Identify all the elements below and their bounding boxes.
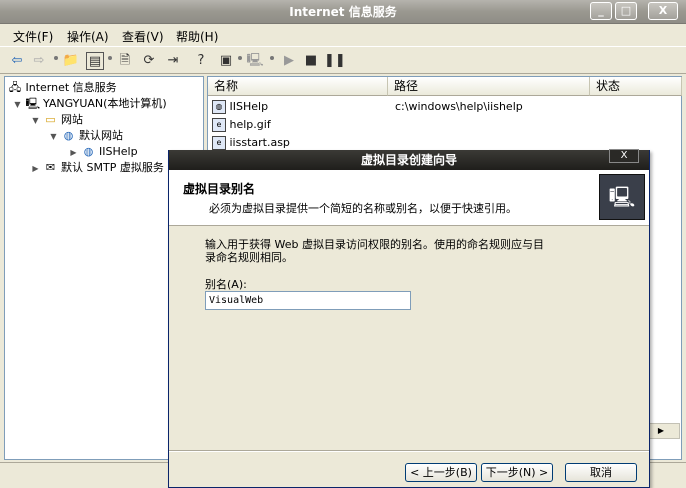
list-item[interactable]: e iisstart.asp bbox=[212, 134, 290, 151]
column-header-name[interactable]: 名称 bbox=[208, 77, 388, 96]
file-icon: e bbox=[212, 118, 226, 132]
globe-icon: ◍ bbox=[63, 129, 74, 142]
toolbar-separator bbox=[108, 56, 112, 60]
toolbar-separator bbox=[270, 56, 274, 60]
wizard-dialog: 虚拟目录创建向导 X 虚拟目录别名 必须为虚拟目录提供一个简短的名称或别名，以便… bbox=[168, 149, 650, 488]
wizard-subheading: 必须为虚拟目录提供一个简短的名称或别名，以便于快速引用。 bbox=[209, 202, 517, 215]
folder-icon: ▭ bbox=[45, 113, 56, 126]
export-icon[interactable]: ⇥ bbox=[164, 52, 182, 70]
column-header-status[interactable]: 状态 bbox=[590, 77, 682, 96]
tree-item-computer[interactable]: ▼ 🖳 YANGYUAN(本地计算机) bbox=[13, 96, 166, 112]
back-button[interactable]: < 上一步(B) bbox=[405, 463, 477, 482]
show-tree-icon[interactable]: ▤ bbox=[86, 52, 104, 70]
alias-label: 别名(A): bbox=[205, 278, 247, 291]
play-icon[interactable]: ▶ bbox=[280, 52, 298, 70]
toolbar-separator bbox=[238, 56, 242, 60]
back-arrow-icon[interactable]: ⇦ bbox=[8, 52, 26, 70]
wizard-description: 输入用于获得 Web 虚拟目录访问权限的别名。使用的命名规则应与目录命名规则相同… bbox=[205, 238, 544, 264]
tree-item-default-site[interactable]: ▼ ◍ 默认网站 bbox=[49, 128, 123, 144]
collapse-icon[interactable]: ▼ bbox=[13, 100, 22, 109]
wizard-close-button[interactable]: X bbox=[609, 149, 639, 163]
tree-item-iishelp[interactable]: ▶ ◍ IISHelp bbox=[69, 144, 137, 160]
maximize-button[interactable]: □ bbox=[615, 2, 637, 20]
close-button[interactable]: X bbox=[648, 2, 678, 20]
list-item-path: c:\windows\help\iishelp bbox=[395, 100, 523, 113]
menu-action[interactable]: 操作(A) bbox=[67, 28, 109, 45]
wizard-separator bbox=[169, 450, 649, 452]
tree-item-smtp[interactable]: ▶ ✉ 默认 SMTP 虚拟服务 bbox=[31, 160, 163, 176]
computer-icon[interactable]: 🖳 bbox=[246, 52, 264, 70]
cancel-button[interactable]: 取消 bbox=[565, 463, 637, 482]
wizard-title: 虚拟目录创建向导 bbox=[169, 150, 649, 170]
window-title: Internet 信息服务 bbox=[289, 5, 397, 19]
alias-input[interactable] bbox=[205, 291, 411, 310]
next-button[interactable]: 下一步(N) > bbox=[481, 463, 553, 482]
console-icon[interactable]: ▣ bbox=[217, 52, 235, 70]
list-item[interactable]: e help.gif bbox=[212, 116, 271, 133]
collapse-icon[interactable]: ▼ bbox=[31, 116, 40, 125]
web-folder-icon: ◍ bbox=[83, 145, 94, 158]
mail-server-icon: ✉ bbox=[45, 161, 56, 174]
wizard-heading: 虚拟目录别名 bbox=[183, 182, 256, 196]
menu-help[interactable]: 帮助(H) bbox=[176, 28, 218, 45]
wizard-logo-icon: 🖳 bbox=[599, 174, 645, 220]
help-icon[interactable]: ? bbox=[192, 52, 210, 70]
wizard-header: 虚拟目录别名 必须为虚拟目录提供一个简短的名称或别名，以便于快速引用。 🖳 bbox=[169, 170, 649, 226]
menu-bar: 文件(F) 操作(A) 查看(V) 帮助(H) bbox=[0, 24, 686, 46]
refresh-icon[interactable]: ⟳ bbox=[140, 52, 158, 70]
expand-icon[interactable]: ▶ bbox=[69, 148, 78, 157]
stop-icon[interactable]: ■ bbox=[302, 52, 320, 70]
tree-item-root[interactable]: 🖧 Internet 信息服务 bbox=[8, 80, 117, 96]
list-item[interactable]: ◍ IISHelp bbox=[212, 98, 268, 115]
menu-file[interactable]: 文件(F) bbox=[13, 28, 53, 45]
window-titlebar: Internet 信息服务 bbox=[0, 0, 686, 24]
tree-item-websites[interactable]: ▼ ▭ 网站 bbox=[31, 112, 83, 128]
collapse-icon[interactable]: ▼ bbox=[49, 132, 58, 141]
menu-view[interactable]: 查看(V) bbox=[122, 28, 164, 45]
minimize-button[interactable]: _ bbox=[590, 2, 612, 20]
toolbar: ⇦ ⇨ 📁 ▤ 🗎 ⟳ ⇥ ? ▣ 🖳 ▶ ■ ❚❚ bbox=[0, 46, 686, 74]
expand-icon[interactable]: ▶ bbox=[31, 164, 40, 173]
column-header-path[interactable]: 路径 bbox=[388, 77, 590, 96]
toolbar-separator bbox=[54, 56, 58, 60]
web-folder-icon: ◍ bbox=[212, 100, 226, 114]
computer-icon: 🖳 bbox=[25, 97, 41, 110]
pause-icon[interactable]: ❚❚ bbox=[324, 52, 346, 70]
up-folder-icon[interactable]: 📁 bbox=[62, 52, 80, 70]
properties-icon[interactable]: 🗎 bbox=[116, 52, 134, 70]
file-icon: e bbox=[212, 136, 226, 150]
computer-globe-icon: 🖧 bbox=[8, 81, 22, 94]
forward-arrow-icon[interactable]: ⇨ bbox=[30, 52, 48, 70]
